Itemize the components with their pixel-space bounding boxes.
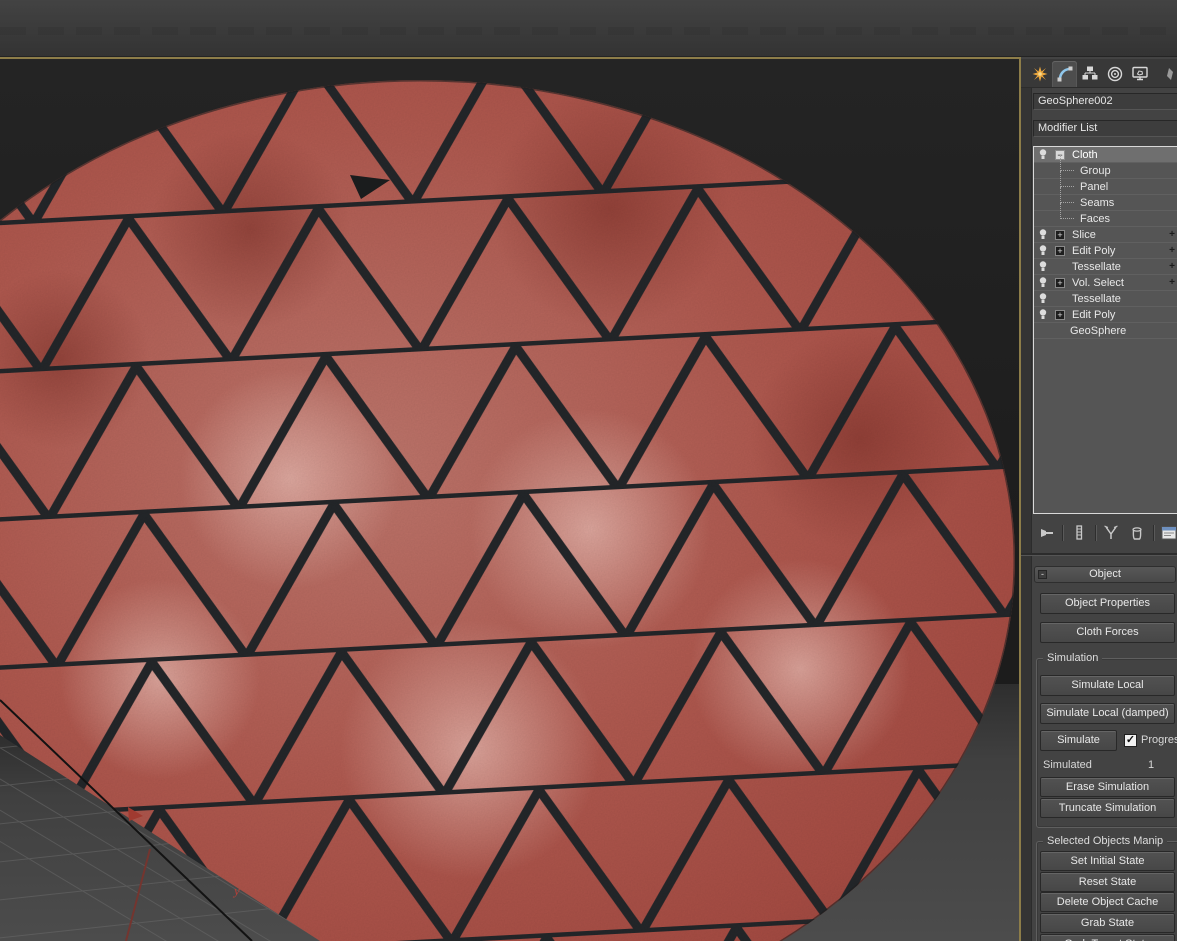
axis-label-y: y: [232, 883, 240, 898]
object-rollout-header[interactable]: Object: [1034, 566, 1176, 583]
toolbar-buttons-dimmed: [0, 27, 1177, 35]
tree-line: [1060, 155, 1074, 171]
stack-row-marker: +: [1169, 277, 1175, 288]
bulb-icon[interactable]: [1038, 308, 1048, 321]
command-panel-tabs: [1021, 59, 1177, 88]
command-panel: GeoSphere002 Modifier List Cloth Group P…: [1021, 57, 1177, 941]
pin-stack-button[interactable]: [1037, 523, 1056, 543]
stack-row-tessellate-1[interactable]: Tessellate +: [1034, 259, 1177, 275]
stack-row-group[interactable]: Group: [1034, 155, 1177, 179]
motion-icon: [1107, 66, 1122, 82]
stack-row-edit-poly-1[interactable]: Edit Poly +: [1034, 243, 1177, 259]
create-icon: [1032, 66, 1047, 82]
set-initial-state-button[interactable]: Set Initial State: [1040, 851, 1175, 871]
stack-row-marker: +: [1169, 229, 1175, 240]
expand-box-icon[interactable]: [1055, 310, 1065, 320]
stack-toolbar: [1033, 519, 1177, 547]
test-tube-icon: [1076, 525, 1083, 540]
display-icon: [1131, 66, 1148, 81]
tab-motion[interactable]: [1102, 61, 1127, 87]
expand-box-icon[interactable]: [1055, 230, 1065, 240]
tab-utilities[interactable]: [1152, 61, 1177, 87]
collapse-minus-icon[interactable]: [1038, 570, 1047, 579]
make-unique-button[interactable]: [1102, 523, 1121, 543]
configure-modifier-sets-button[interactable]: [1160, 523, 1177, 543]
panel-divider: [1021, 553, 1177, 555]
bulb-icon[interactable]: [1038, 276, 1048, 289]
simulate-local-button[interactable]: Simulate Local: [1040, 675, 1175, 696]
merge-v-icon: [1104, 525, 1119, 539]
delete-object-cache-button[interactable]: Delete Object Cache: [1040, 892, 1175, 912]
main-toolbar: [0, 0, 1177, 57]
stack-row-marker: +: [1169, 245, 1175, 256]
viewport-scene: y: [0, 59, 1019, 941]
pin-icon: [1040, 529, 1053, 537]
modify-icon: [1057, 66, 1072, 82]
tree-line: [1060, 187, 1074, 203]
toolbar-separator: [1062, 525, 1064, 541]
panel-gutter: [1021, 88, 1032, 941]
grab-target-state-button[interactable]: Grab Target State: [1040, 934, 1175, 941]
stack-row-cloth[interactable]: Cloth: [1034, 147, 1177, 163]
tree-line: [1060, 203, 1074, 219]
stack-row-slice[interactable]: Slice +: [1034, 227, 1177, 243]
window-icon: [1161, 526, 1177, 540]
modifier-stack: Cloth Group Panel Seams Faces Slice: [1033, 146, 1177, 514]
stack-row-faces[interactable]: Faces: [1034, 203, 1177, 227]
remove-modifier-button[interactable]: [1127, 523, 1146, 543]
stack-row-seams[interactable]: Seams: [1034, 187, 1177, 211]
hierarchy-icon: [1082, 66, 1097, 80]
tree-line: [1060, 171, 1074, 187]
object-name-field[interactable]: GeoSphere002: [1033, 93, 1177, 110]
perspective-viewport[interactable]: y: [0, 57, 1021, 941]
stack-row-marker: +: [1169, 261, 1175, 272]
3dsmax-window: y GeoSphere002 Modifier List − Cloth Gro…: [0, 0, 1177, 941]
simulation-legend: Simulation: [1043, 652, 1103, 665]
manip-legend: Selected Objects Manip: [1043, 835, 1168, 848]
simulate-local-damped-button[interactable]: Simulate Local (damped): [1040, 703, 1175, 724]
trash-icon: [1132, 527, 1142, 540]
stack-row-edit-poly-2[interactable]: Edit Poly: [1034, 307, 1177, 323]
erase-simulation-button[interactable]: Erase Simulation: [1040, 777, 1175, 797]
object-properties-button[interactable]: Object Properties: [1040, 593, 1175, 614]
tab-create[interactable]: [1027, 61, 1052, 87]
utilities-icon: [1166, 68, 1173, 80]
stack-row-geosphere[interactable]: GeoSphere: [1034, 323, 1177, 339]
tab-display[interactable]: [1127, 61, 1152, 87]
simulated-label: Simulated: [1043, 759, 1092, 771]
bulb-icon[interactable]: [1038, 292, 1048, 305]
simulate-button[interactable]: Simulate: [1040, 730, 1117, 751]
stack-row-vol-select[interactable]: Vol. Select +: [1034, 275, 1177, 291]
geosphere-object[interactable]: [0, 59, 1019, 941]
expand-box-icon[interactable]: [1055, 278, 1065, 288]
tab-hierarchy[interactable]: [1077, 61, 1102, 87]
toolbar-separator: [1152, 525, 1154, 541]
grab-state-button[interactable]: Grab State: [1040, 913, 1175, 933]
toolbar-separator: [1094, 525, 1096, 541]
reset-state-button[interactable]: Reset State: [1040, 872, 1175, 892]
truncate-simulation-button[interactable]: Truncate Simulation: [1040, 798, 1175, 818]
progress-label: Progress: [1141, 734, 1177, 746]
expand-box-icon[interactable]: [1055, 246, 1065, 256]
progress-checkbox[interactable]: [1124, 734, 1137, 747]
bulb-icon[interactable]: [1038, 228, 1048, 241]
bulb-icon[interactable]: [1038, 244, 1048, 257]
show-end-result-button[interactable]: [1069, 523, 1088, 543]
stack-row-panel[interactable]: Panel: [1034, 171, 1177, 195]
bulb-icon[interactable]: [1038, 148, 1048, 161]
tab-modify[interactable]: [1052, 61, 1077, 87]
cloth-forces-button[interactable]: Cloth Forces: [1040, 622, 1175, 643]
stack-row-tessellate-2[interactable]: Tessellate: [1034, 291, 1177, 307]
rollout-title: Object: [1089, 568, 1121, 580]
bulb-icon[interactable]: [1038, 260, 1048, 273]
modifier-list-dropdown[interactable]: Modifier List: [1033, 120, 1177, 137]
simulated-value: 1: [1148, 759, 1155, 771]
